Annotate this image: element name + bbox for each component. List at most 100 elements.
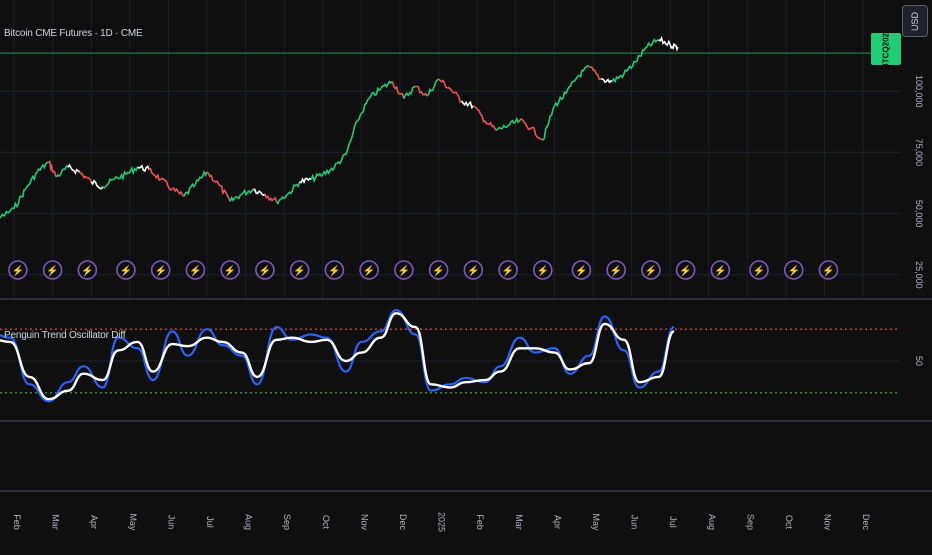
price-segment bbox=[194, 170, 208, 185]
price-segment bbox=[357, 97, 370, 122]
time-tick-label: Sep bbox=[745, 514, 755, 530]
event-marker-icon: ⚡ bbox=[571, 260, 592, 280]
price-segment bbox=[484, 120, 498, 131]
price-segment bbox=[553, 90, 567, 108]
oscillator-chart[interactable] bbox=[0, 300, 900, 420]
currency-button[interactable]: USD bbox=[902, 5, 928, 37]
svg-text:⚡: ⚡ bbox=[189, 264, 201, 277]
time-tick-label: Apr bbox=[552, 515, 562, 529]
event-marker-icon: ⚡ bbox=[185, 260, 206, 280]
svg-text:⚡: ⚡ bbox=[12, 264, 24, 277]
svg-text:⚡: ⚡ bbox=[467, 264, 479, 277]
svg-text:⚡: ⚡ bbox=[328, 264, 340, 277]
price-segment bbox=[345, 120, 359, 156]
time-tick-label: Mar bbox=[514, 514, 524, 530]
svg-text:⚡: ⚡ bbox=[714, 264, 726, 277]
price-segment bbox=[542, 105, 556, 141]
price-segment bbox=[438, 78, 451, 90]
price-segment bbox=[368, 86, 382, 100]
svg-text:⚡: ⚡ bbox=[610, 264, 622, 277]
event-marker-icon: ⚡ bbox=[255, 260, 275, 280]
svg-text:⚡: ⚡ bbox=[432, 264, 444, 277]
chart-title: Bitcoin CME Futures · 1D · CME bbox=[4, 28, 143, 39]
event-marker-icon: ⚡ bbox=[463, 260, 484, 280]
event-marker-icon: ⚡ bbox=[324, 260, 345, 280]
svg-text:⚡: ⚡ bbox=[575, 264, 587, 277]
event-marker-icon: ⚡ bbox=[42, 260, 63, 280]
price-segment bbox=[160, 177, 173, 191]
oscillator-tick-label: 50 bbox=[914, 356, 924, 366]
time-tick-label: Feb bbox=[475, 514, 485, 530]
price-segment bbox=[461, 100, 474, 110]
time-tick-label: 2025 bbox=[437, 512, 447, 532]
time-tick-label: Dec bbox=[398, 514, 408, 531]
event-marker-icon: ⚡ bbox=[641, 260, 661, 280]
empty-pane[interactable] bbox=[0, 422, 900, 490]
price-segment bbox=[322, 166, 336, 176]
main-price-pane[interactable]: ⚡ ⚡ ⚡ ⚡ ⚡ ⚡ ⚡ ⚡ ⚡ ⚡ ⚡ ⚡ ⚡ ⚡ ⚡ ⚡ ⚡ ⚡ ⚡ ⚡ ⚡ ⚡ ⚡ ⚡ bbox=[0, 0, 900, 298]
event-marker-icon: ⚡ bbox=[116, 260, 136, 280]
price-chart[interactable]: ⚡ ⚡ ⚡ ⚡ ⚡ ⚡ ⚡ ⚡ ⚡ ⚡ ⚡ ⚡ ⚡ ⚡ ⚡ ⚡ ⚡ ⚡ ⚡ ⚡ ⚡ ⚡ ⚡ ⚡ bbox=[0, 0, 900, 298]
event-marker-icon: ⚡ bbox=[533, 260, 553, 280]
price-segment bbox=[24, 171, 38, 190]
time-tick-label: Aug bbox=[244, 514, 254, 530]
time-tick-label: Mar bbox=[51, 514, 61, 530]
price-segment bbox=[67, 163, 81, 175]
price-tick-label: 50,000 bbox=[914, 200, 924, 228]
price-segment bbox=[264, 193, 278, 202]
price-segment bbox=[287, 181, 301, 195]
price-segment bbox=[507, 116, 521, 127]
price-segment bbox=[241, 188, 254, 197]
ticker-price-badge: BTCQ2025 bbox=[871, 29, 901, 69]
price-segment bbox=[13, 188, 26, 209]
time-tick-label: Sep bbox=[282, 514, 292, 530]
price-segment bbox=[472, 105, 486, 123]
price-segment bbox=[125, 166, 139, 176]
price-segment bbox=[229, 193, 243, 202]
time-tick-label: Jul bbox=[668, 516, 678, 528]
svg-text:⚡: ⚡ bbox=[502, 264, 514, 277]
indicator-title[interactable]: Penguin Trend Oscillator Diff bbox=[4, 330, 126, 341]
price-segment bbox=[333, 153, 347, 168]
price-segment bbox=[611, 73, 625, 84]
time-tick-label: Jul bbox=[205, 516, 215, 528]
price-segment bbox=[635, 46, 648, 63]
svg-text:⚡: ⚡ bbox=[398, 264, 410, 277]
time-axis[interactable]: Feb Mar Apr May Jun Jul Aug Sep Oct Nov Dec 2025 Feb… bbox=[0, 492, 932, 550]
price-segment bbox=[519, 118, 532, 131]
event-marker-icon: ⚡ bbox=[8, 260, 28, 280]
price-segment bbox=[171, 186, 185, 197]
svg-text:⚡: ⚡ bbox=[224, 264, 236, 277]
svg-text:⚡: ⚡ bbox=[293, 264, 305, 277]
event-marker-icon: ⚡ bbox=[710, 260, 731, 280]
time-tick-label: Jun bbox=[166, 515, 176, 530]
price-segment bbox=[646, 38, 659, 48]
svg-text:⚡: ⚡ bbox=[822, 264, 834, 277]
svg-text:⚡: ⚡ bbox=[537, 264, 549, 277]
event-marker-icon: ⚡ bbox=[428, 260, 449, 280]
event-marker-icon: ⚡ bbox=[675, 260, 696, 280]
price-segment bbox=[102, 178, 115, 190]
price-segment bbox=[658, 35, 671, 47]
price-segment bbox=[299, 177, 312, 184]
price-segment bbox=[588, 65, 601, 81]
svg-text:⚡: ⚡ bbox=[46, 264, 58, 277]
price-segment bbox=[183, 182, 197, 197]
price-segment bbox=[403, 85, 416, 99]
price-segment bbox=[55, 164, 69, 178]
time-tick-label: Aug bbox=[707, 514, 717, 530]
svg-text:⚡: ⚡ bbox=[120, 264, 132, 277]
svg-text:⚡: ⚡ bbox=[787, 264, 799, 277]
price-segment bbox=[426, 78, 440, 97]
price-tick-label: 100,000 bbox=[914, 75, 924, 108]
event-marker-icon: ⚡ bbox=[150, 260, 171, 280]
time-tick-label: May bbox=[128, 513, 138, 531]
time-tick-label: Nov bbox=[823, 514, 833, 531]
price-segment bbox=[600, 78, 613, 84]
price-axis[interactable]: 100,000 75,000 50,000 25,000 50 bbox=[900, 0, 932, 490]
oscillator-pane[interactable] bbox=[0, 300, 900, 420]
price-segment bbox=[36, 161, 49, 173]
price-tick-label: 75,000 bbox=[914, 139, 924, 167]
price-segment bbox=[206, 171, 220, 185]
price-segment bbox=[218, 183, 231, 202]
